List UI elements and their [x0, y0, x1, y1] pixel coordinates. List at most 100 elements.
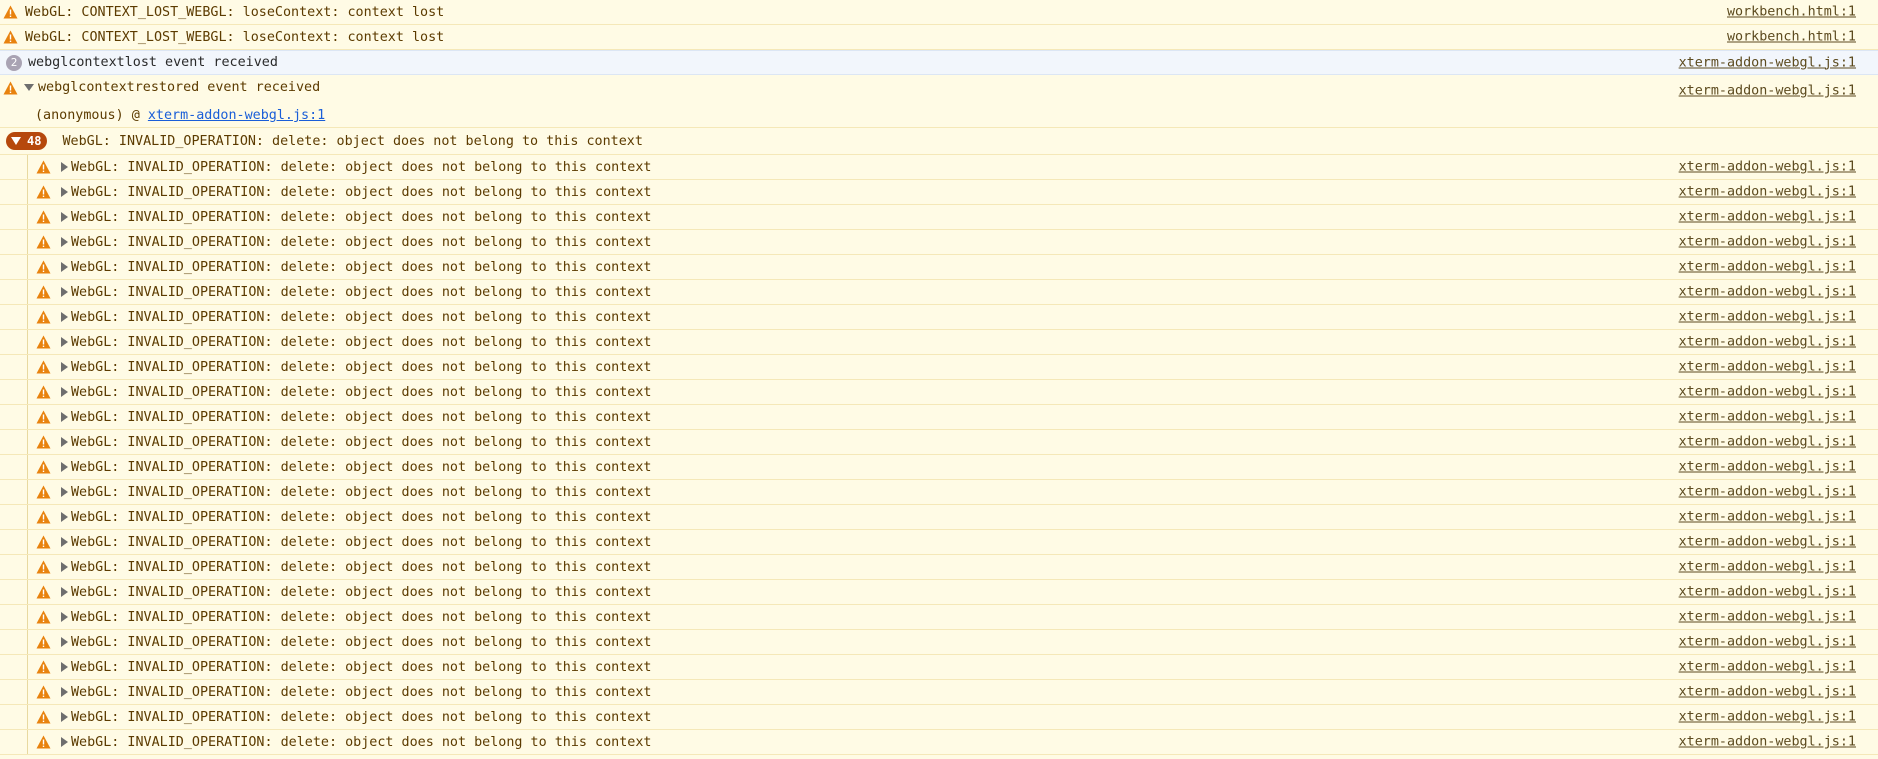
source-link[interactable]: workbench.html:1	[1727, 5, 1856, 20]
message-text: WebGL: INVALID_OPERATION: delete: object…	[71, 309, 652, 325]
source-link[interactable]: xterm-addon-webgl.js:1	[1679, 185, 1856, 200]
console-message-warning[interactable]: WebGL: INVALID_OPERATION: delete: object…	[0, 330, 1878, 355]
console-message-warning[interactable]: WebGL: CONTEXT_LOST_WEBGL: loseContext: …	[0, 0, 1878, 25]
message-text: WebGL: INVALID_OPERATION: delete: object…	[71, 584, 652, 600]
source-link[interactable]: xterm-addon-webgl.js:1	[1679, 335, 1856, 350]
console-message-warning[interactable]: WebGL: INVALID_OPERATION: delete: object…	[0, 180, 1878, 205]
source-link[interactable]: xterm-addon-webgl.js:1	[1679, 310, 1856, 325]
warning-icon	[36, 285, 51, 299]
console-message-warning[interactable]: WebGL: INVALID_OPERATION: delete: object…	[0, 730, 1878, 755]
source-link[interactable]: xterm-addon-webgl.js:1	[1679, 55, 1856, 70]
console-message-warning[interactable]: WebGL: INVALID_OPERATION: delete: object…	[0, 655, 1878, 680]
expand-triangle-icon[interactable]	[61, 312, 68, 322]
source-link[interactable]: xterm-addon-webgl.js:1	[1679, 235, 1856, 250]
expand-triangle-icon[interactable]	[61, 537, 68, 547]
console-message-warning-expanded[interactable]: webglcontextrestored event received (ano…	[0, 75, 1878, 128]
expand-triangle-icon[interactable]	[61, 612, 68, 622]
source-link[interactable]: xterm-addon-webgl.js:1	[1679, 510, 1856, 525]
warning-icon	[36, 460, 51, 474]
source-link[interactable]: workbench.html:1	[1727, 30, 1856, 45]
console-message-warning[interactable]: WebGL: INVALID_OPERATION: delete: object…	[0, 705, 1878, 730]
warning-icon	[36, 485, 51, 499]
console-message-warning[interactable]: WebGL: INVALID_OPERATION: delete: object…	[0, 355, 1878, 380]
console-message-warning[interactable]: WebGL: INVALID_OPERATION: delete: object…	[0, 155, 1878, 180]
expand-triangle-icon[interactable]	[61, 662, 68, 672]
console-message-warning[interactable]: WebGL: INVALID_OPERATION: delete: object…	[0, 280, 1878, 305]
group-indent-guide	[27, 355, 28, 379]
source-link[interactable]: xterm-addon-webgl.js:1	[1679, 585, 1856, 600]
expand-triangle-icon[interactable]	[61, 212, 68, 222]
expand-triangle-icon[interactable]	[61, 162, 68, 172]
console-message-warning[interactable]: WebGL: INVALID_OPERATION: delete: object…	[0, 680, 1878, 705]
expand-triangle-icon[interactable]	[61, 287, 68, 297]
source-link[interactable]: xterm-addon-webgl.js:1	[1679, 460, 1856, 475]
expand-triangle-icon[interactable]	[61, 437, 68, 447]
group-count-badge[interactable]: 48	[6, 132, 48, 150]
console-message-warning[interactable]: WebGL: INVALID_OPERATION: delete: object…	[0, 480, 1878, 505]
expand-triangle-icon[interactable]	[61, 262, 68, 272]
stack-frame-link[interactable]: xterm-addon-webgl.js:1	[148, 108, 325, 123]
source-link[interactable]: xterm-addon-webgl.js:1	[1679, 260, 1856, 275]
source-link[interactable]: xterm-addon-webgl.js:1	[1679, 360, 1856, 375]
expand-triangle-icon[interactable]	[61, 512, 68, 522]
source-link[interactable]: xterm-addon-webgl.js:1	[1679, 635, 1856, 650]
source-link[interactable]: xterm-addon-webgl.js:1	[1679, 685, 1856, 700]
expand-triangle-icon[interactable]	[61, 737, 68, 747]
warning-icon	[36, 410, 51, 424]
expand-triangle-icon[interactable]	[61, 687, 68, 697]
console-message-warning[interactable]: WebGL: INVALID_OPERATION: delete: object…	[0, 405, 1878, 430]
source-link[interactable]: xterm-addon-webgl.js:1	[1679, 84, 1856, 99]
source-link[interactable]: xterm-addon-webgl.js:1	[1679, 610, 1856, 625]
expand-triangle-icon[interactable]	[61, 362, 68, 372]
console-message-warning[interactable]: WebGL: INVALID_OPERATION: delete: object…	[0, 255, 1878, 280]
warning-icon	[36, 310, 51, 324]
source-link[interactable]: xterm-addon-webgl.js:1	[1679, 285, 1856, 300]
source-link[interactable]: xterm-addon-webgl.js:1	[1679, 535, 1856, 550]
console-message-warning[interactable]: WebGL: INVALID_OPERATION: delete: object…	[0, 630, 1878, 655]
expand-triangle-icon[interactable]	[61, 237, 68, 247]
expand-triangle-icon[interactable]	[61, 412, 68, 422]
console-message-warning[interactable]: WebGL: INVALID_OPERATION: delete: object…	[0, 305, 1878, 330]
console-message-info[interactable]: 2 webglcontextlost event received xterm-…	[0, 50, 1878, 75]
group-indent-guide	[27, 655, 28, 679]
console-message-warning[interactable]: WebGL: INVALID_OPERATION: delete: object…	[0, 505, 1878, 530]
console-message-warning[interactable]: WebGL: INVALID_OPERATION: delete: object…	[0, 380, 1878, 405]
console-group-header[interactable]: 48 WebGL: INVALID_OPERATION: delete: obj…	[0, 128, 1878, 155]
expand-triangle-icon[interactable]	[61, 462, 68, 472]
console-message-warning[interactable]: WebGL: INVALID_OPERATION: delete: object…	[0, 580, 1878, 605]
source-link[interactable]: xterm-addon-webgl.js:1	[1679, 660, 1856, 675]
expand-triangle-icon[interactable]	[61, 637, 68, 647]
console-message-warning[interactable]: WebGL: INVALID_OPERATION: delete: object…	[0, 555, 1878, 580]
expand-triangle-icon[interactable]	[61, 587, 68, 597]
source-link[interactable]: xterm-addon-webgl.js:1	[1679, 560, 1856, 575]
source-link[interactable]: xterm-addon-webgl.js:1	[1679, 210, 1856, 225]
expand-triangle-icon[interactable]	[61, 187, 68, 197]
console-message-warning[interactable]: WebGL: CONTEXT_LOST_WEBGL: loseContext: …	[0, 25, 1878, 50]
console-message-warning[interactable]: WebGL: INVALID_OPERATION: delete: object…	[0, 455, 1878, 480]
source-link[interactable]: xterm-addon-webgl.js:1	[1679, 710, 1856, 725]
expand-triangle-icon[interactable]	[61, 562, 68, 572]
group-indent-guide	[27, 705, 28, 729]
group-indent-guide	[27, 505, 28, 529]
expand-triangle-icon[interactable]	[24, 84, 34, 91]
source-link[interactable]: xterm-addon-webgl.js:1	[1679, 435, 1856, 450]
console-message-warning[interactable]: WebGL: INVALID_OPERATION: delete: object…	[0, 605, 1878, 630]
group-indent-guide	[27, 305, 28, 329]
warning-icon	[36, 635, 51, 649]
console-message-warning[interactable]: WebGL: INVALID_OPERATION: delete: object…	[0, 530, 1878, 555]
source-link[interactable]: xterm-addon-webgl.js:1	[1679, 735, 1856, 750]
console-message-warning[interactable]: WebGL: INVALID_OPERATION: delete: object…	[0, 430, 1878, 455]
source-link[interactable]: xterm-addon-webgl.js:1	[1679, 485, 1856, 500]
warning-icon	[36, 435, 51, 449]
source-link[interactable]: xterm-addon-webgl.js:1	[1679, 410, 1856, 425]
source-link[interactable]: xterm-addon-webgl.js:1	[1679, 160, 1856, 175]
expand-triangle-icon[interactable]	[61, 487, 68, 497]
console-message-warning[interactable]: WebGL: INVALID_OPERATION: delete: object…	[0, 230, 1878, 255]
message-text: WebGL: INVALID_OPERATION: delete: object…	[71, 284, 652, 300]
expand-triangle-icon[interactable]	[61, 712, 68, 722]
source-link[interactable]: xterm-addon-webgl.js:1	[1679, 385, 1856, 400]
expand-triangle-icon[interactable]	[61, 337, 68, 347]
message-text: WebGL: INVALID_OPERATION: delete: object…	[71, 409, 652, 425]
expand-triangle-icon[interactable]	[61, 387, 68, 397]
console-message-warning[interactable]: WebGL: INVALID_OPERATION: delete: object…	[0, 205, 1878, 230]
